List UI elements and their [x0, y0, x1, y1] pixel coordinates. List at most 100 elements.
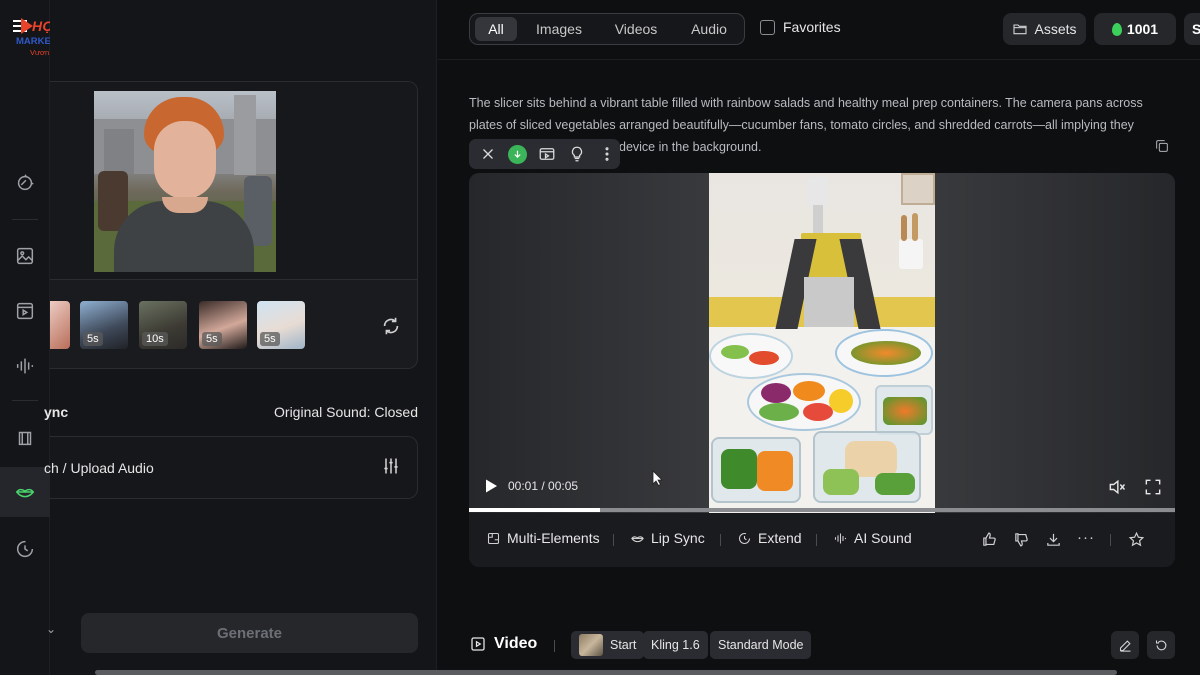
dislike-button[interactable] [1013, 531, 1031, 549]
like-button[interactable] [981, 531, 999, 549]
original-sound-toggle[interactable]: Original Sound: Closed [274, 404, 418, 420]
cube-icon [18, 431, 32, 446]
edit-button[interactable] [1111, 631, 1139, 659]
favorites-checkbox[interactable] [760, 19, 775, 35]
fullscreen-button[interactable] [1143, 477, 1163, 497]
star-icon [1128, 531, 1145, 547]
download-icon [1047, 533, 1060, 546]
mute-button[interactable] [1107, 477, 1127, 497]
rail-item-lip-sync[interactable] [0, 467, 50, 517]
tab-all[interactable]: All [475, 17, 517, 41]
recent-video-thumb[interactable]: 5s [80, 301, 128, 349]
fullscreen-icon [1145, 479, 1161, 495]
mode-chip[interactable]: Standard Mode [710, 631, 812, 659]
idea-button[interactable] [564, 142, 590, 166]
prompt-line: plates of sliced vegetables arranged bea… [469, 118, 1134, 132]
info-divider [554, 640, 555, 652]
copy-prompt-button[interactable] [1154, 138, 1170, 154]
credits-value: 1001 [1126, 21, 1159, 37]
prompt-line: The slicer sits behind a vibrant table f… [469, 96, 1143, 110]
sliders-icon [384, 458, 398, 474]
extend-button[interactable]: Extend [737, 530, 802, 546]
ai-sound-button[interactable]: AI Sound [833, 530, 912, 546]
generation-info-bar: Video Start Kling 1.6 Standard Mode [469, 630, 1179, 660]
start-frame-chip[interactable]: Start [571, 631, 645, 659]
left-icon-rail [0, 0, 50, 675]
rail-item-images[interactable] [0, 231, 50, 281]
ai-sound-label: AI Sound [854, 530, 912, 546]
audio-settings-button[interactable] [381, 456, 401, 476]
lightbulb-icon [572, 146, 583, 162]
horizontal-scrollbar[interactable] [95, 670, 1117, 675]
lip-sync-title: ync [44, 404, 69, 420]
recent-video-thumb[interactable] [50, 301, 70, 349]
video-progress-bar[interactable] [469, 508, 1175, 512]
tab-audio[interactable]: Audio [678, 17, 740, 41]
image-icon [16, 247, 34, 265]
action-divider [1110, 534, 1111, 546]
left-panel: 5s 10s 5s 5s ync Original Sound: Closed … [44, 0, 437, 675]
credit-drop-icon [1111, 22, 1122, 36]
picture-in-picture-button[interactable] [535, 142, 561, 166]
menu-icon[interactable] [12, 16, 34, 36]
reference-image-preview[interactable] [50, 82, 417, 280]
rail-item-audio[interactable] [0, 341, 50, 391]
sound-wave-icon [834, 533, 847, 543]
history-icon [16, 540, 34, 558]
recent-video-thumb[interactable]: 5s [199, 301, 247, 349]
play-button[interactable] [483, 478, 499, 494]
lip-sync-button[interactable]: Lip Sync [630, 530, 705, 546]
credits-badge[interactable]: 1001 [1094, 13, 1176, 45]
regenerate-button[interactable] [1147, 631, 1175, 659]
media-filter-tabs: All Images Videos Audio [469, 13, 745, 45]
upload-audio-box[interactable]: ch / Upload Audio [44, 436, 418, 499]
download-button[interactable] [505, 142, 531, 166]
action-divider [613, 534, 614, 546]
tab-images[interactable]: Images [527, 17, 591, 41]
refresh-button[interactable] [380, 315, 402, 337]
favorites-label: Favorites [783, 19, 841, 35]
more-actions-button[interactable]: ··· [1077, 529, 1095, 546]
thumbs-up-icon [983, 532, 996, 546]
close-button[interactable] [475, 142, 501, 166]
multi-elements-button[interactable]: Multi-Elements [486, 530, 600, 546]
lip-sync-label: Lip Sync [651, 530, 705, 546]
generate-button[interactable]: Generate [81, 613, 418, 653]
rail-item-history[interactable] [0, 524, 50, 574]
kebab-menu-icon [605, 147, 609, 161]
thumb-duration: 5s [202, 332, 222, 346]
rail-item-effects[interactable] [0, 158, 50, 208]
multi-elements-label: Multi-Elements [507, 530, 600, 546]
favorites-filter[interactable]: Favorites [760, 19, 841, 35]
more-options-button[interactable] [594, 142, 620, 166]
model-chip[interactable]: Kling 1.6 [643, 631, 708, 659]
picture-in-picture-icon [540, 148, 555, 160]
extend-icon [738, 532, 751, 544]
action-divider [720, 534, 721, 546]
video-frame [709, 173, 935, 513]
lips-icon [15, 488, 35, 498]
subscribe-button[interactable]: S [1184, 13, 1200, 45]
rail-item-video[interactable] [0, 286, 50, 336]
reference-photo [94, 91, 276, 272]
multi-elements-icon [487, 532, 500, 544]
favorite-button[interactable] [1128, 531, 1146, 549]
play-icon [486, 479, 497, 493]
recent-video-thumb[interactable]: 10s [139, 301, 187, 349]
assets-button[interactable]: Assets [1003, 13, 1086, 45]
magic-wand-icon [17, 174, 34, 191]
download-video-button[interactable] [1045, 531, 1063, 549]
recent-video-thumb[interactable]: 5s [257, 301, 305, 349]
thumb-duration: 5s [260, 332, 280, 346]
rail-item-3d[interactable] [0, 413, 50, 463]
thumbs-down-icon [1015, 533, 1028, 547]
floating-toolbar [469, 139, 620, 169]
video-section-label: Video [469, 635, 537, 653]
video-icon [16, 302, 34, 320]
chevron-down-icon[interactable]: ⌄ [46, 622, 56, 636]
video-player[interactable]: 00:01 / 00:05 [469, 173, 1175, 513]
tab-videos[interactable]: Videos [605, 17, 667, 41]
reference-image-card: 5s 10s 5s 5s [50, 81, 418, 369]
extend-label: Extend [758, 530, 802, 546]
thumb-duration: 5s [83, 332, 103, 346]
